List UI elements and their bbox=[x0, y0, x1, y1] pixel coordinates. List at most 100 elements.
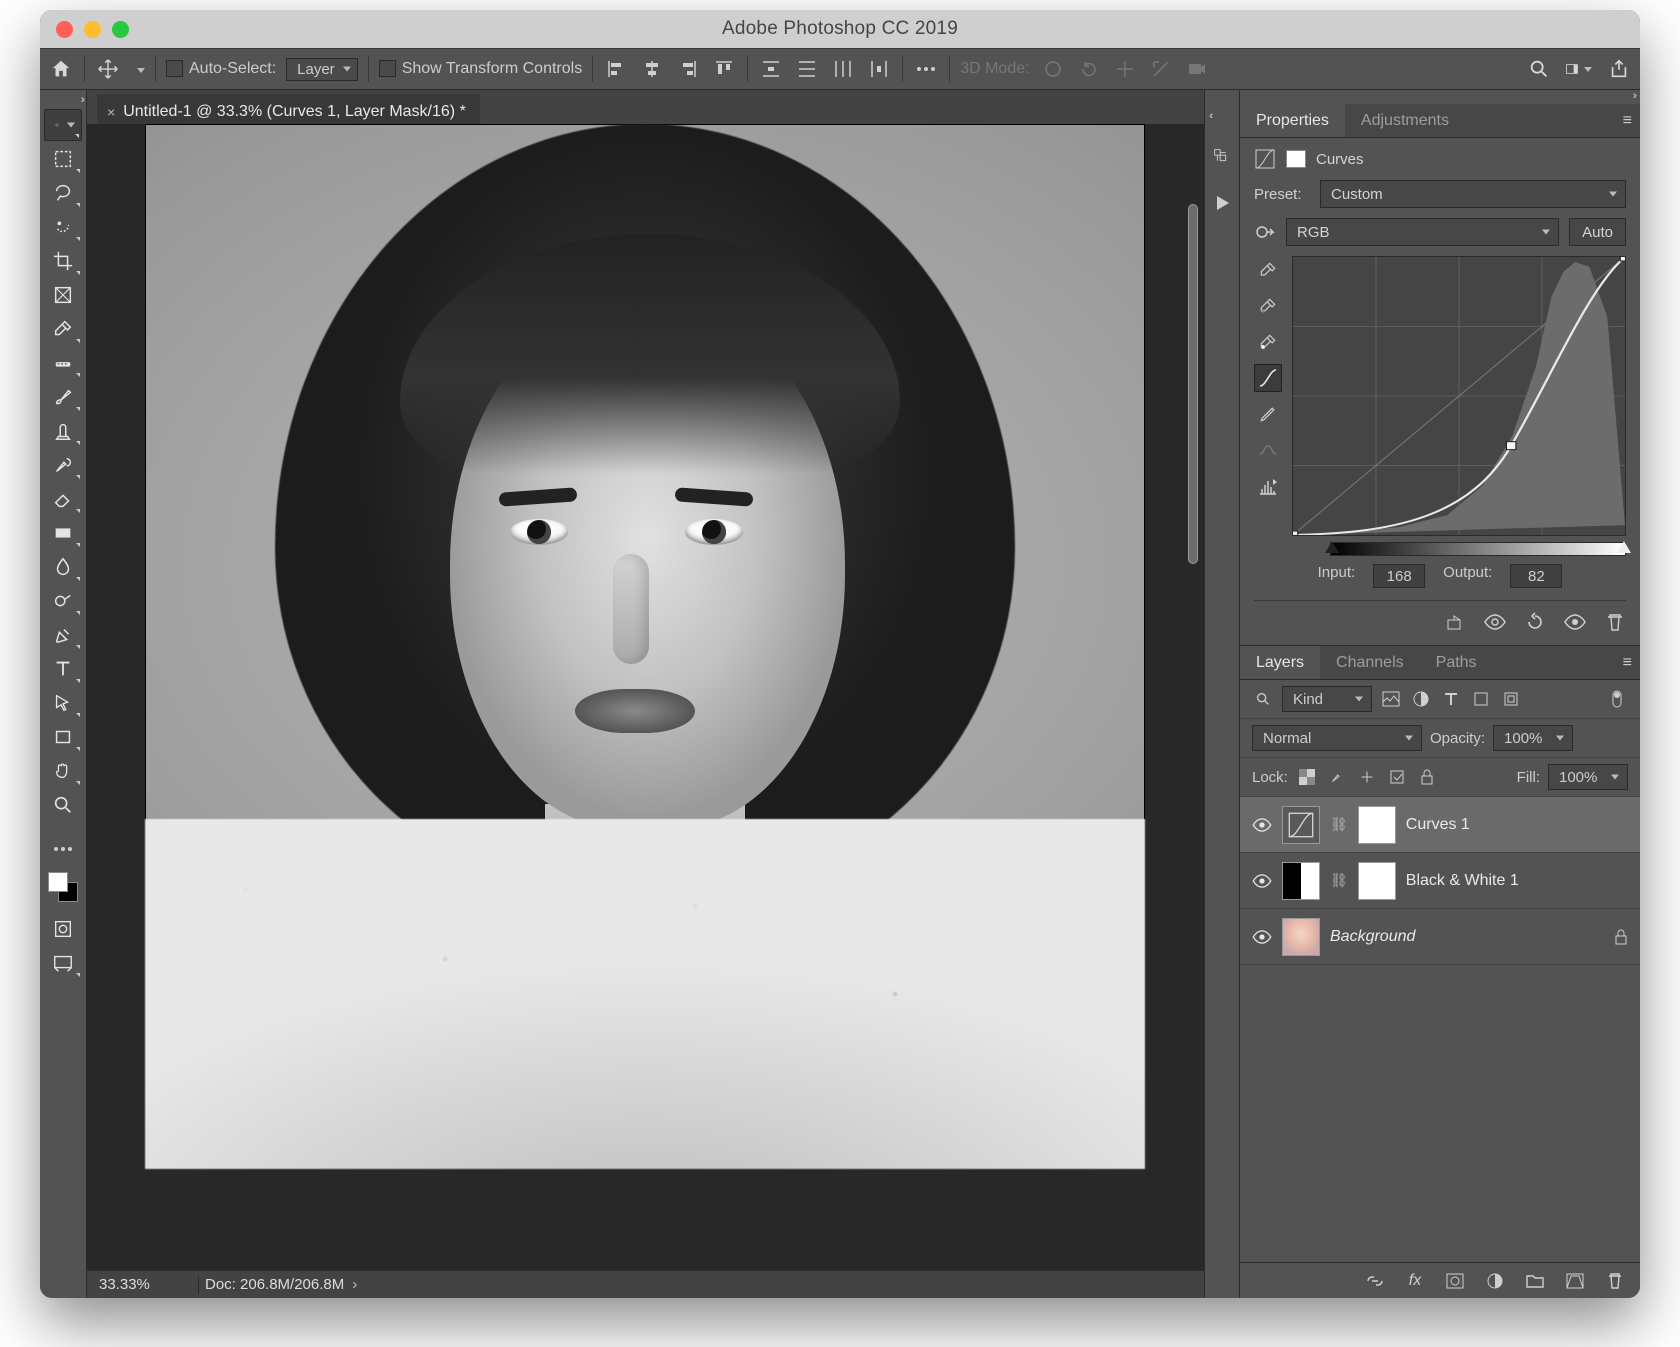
canvas[interactable] bbox=[145, 124, 1145, 1169]
add-mask-icon[interactable] bbox=[1444, 1270, 1466, 1292]
brush-tool[interactable] bbox=[44, 381, 82, 413]
hand-tool[interactable] bbox=[44, 755, 82, 787]
output-value-field[interactable]: 82 bbox=[1510, 564, 1562, 588]
collapse-tools-icon[interactable]: ›› bbox=[81, 94, 82, 108]
zoom-tool[interactable] bbox=[44, 789, 82, 821]
auto-select-checkbox[interactable]: Auto-Select: bbox=[166, 60, 276, 78]
histogram-options-icon[interactable] bbox=[1254, 472, 1282, 500]
layer-row-curves[interactable]: ⛓ Curves 1 bbox=[1240, 797, 1640, 853]
curve-point-tool-icon[interactable] bbox=[1254, 364, 1282, 392]
distribute-top-icon[interactable] bbox=[758, 56, 784, 82]
doc-info-menu-icon[interactable]: › bbox=[344, 1276, 365, 1293]
marquee-tool[interactable] bbox=[44, 143, 82, 175]
filter-adjustment-icon[interactable] bbox=[1410, 688, 1432, 710]
layer-thumb[interactable] bbox=[1282, 918, 1320, 956]
curves-input-gradient[interactable] bbox=[1330, 542, 1626, 556]
view-previous-state-icon[interactable] bbox=[1484, 611, 1506, 633]
align-top-edges-icon[interactable] bbox=[711, 56, 737, 82]
layers-tab[interactable]: Layers bbox=[1240, 646, 1320, 679]
document-tab[interactable]: × Untitled-1 @ 33.3% (Curves 1, Layer Ma… bbox=[97, 94, 480, 124]
clone-stamp-tool[interactable] bbox=[44, 415, 82, 447]
show-transform-checkbox[interactable]: Show Transform Controls bbox=[379, 60, 583, 78]
align-left-edges-icon[interactable] bbox=[603, 56, 629, 82]
filter-toggle-icon[interactable] bbox=[1606, 688, 1628, 710]
move-tool[interactable] bbox=[44, 109, 82, 141]
link-layers-icon[interactable] bbox=[1364, 1270, 1386, 1292]
delete-adjustment-icon[interactable] bbox=[1604, 611, 1626, 633]
gradient-tool[interactable] bbox=[44, 517, 82, 549]
input-value-field[interactable]: 168 bbox=[1373, 564, 1425, 588]
filter-kind-dropdown[interactable]: Kind bbox=[1282, 686, 1372, 712]
history-panel-icon[interactable] bbox=[1209, 144, 1235, 170]
quick-mask-icon[interactable] bbox=[44, 913, 82, 945]
eraser-tool[interactable] bbox=[44, 483, 82, 515]
new-group-icon[interactable] bbox=[1524, 1270, 1546, 1292]
visibility-toggle[interactable] bbox=[1252, 930, 1272, 944]
distribute-horizontal-icon[interactable] bbox=[830, 56, 856, 82]
move-tool-preset-icon[interactable] bbox=[95, 56, 121, 82]
tool-preset-dropdown[interactable] bbox=[131, 60, 145, 78]
healing-brush-tool[interactable] bbox=[44, 347, 82, 379]
visibility-toggle[interactable] bbox=[1252, 818, 1272, 832]
eyedropper-tool[interactable] bbox=[44, 313, 82, 345]
adjustment-thumb[interactable] bbox=[1282, 806, 1320, 844]
locked-icon[interactable] bbox=[1614, 929, 1628, 945]
curves-graph[interactable] bbox=[1292, 256, 1626, 536]
visibility-toggle[interactable] bbox=[1252, 874, 1272, 888]
clip-to-layer-icon[interactable] bbox=[1444, 611, 1466, 633]
frame-tool[interactable] bbox=[44, 279, 82, 311]
close-tab-icon[interactable]: × bbox=[107, 104, 115, 120]
collapse-panels-icon[interactable]: ›› bbox=[1633, 90, 1634, 104]
lock-transparency-icon[interactable] bbox=[1296, 766, 1318, 788]
mask-link-icon[interactable]: ⛓ bbox=[1330, 872, 1348, 889]
auto-button[interactable]: Auto bbox=[1569, 218, 1626, 246]
mask-thumb[interactable] bbox=[1358, 806, 1396, 844]
blur-tool[interactable] bbox=[44, 551, 82, 583]
fill-field[interactable]: 100% bbox=[1548, 764, 1628, 790]
channels-tab[interactable]: Channels bbox=[1320, 646, 1420, 679]
layer-style-icon[interactable]: fx bbox=[1404, 1270, 1426, 1292]
share-icon[interactable] bbox=[1606, 56, 1632, 82]
blend-mode-dropdown[interactable]: Normal bbox=[1252, 725, 1422, 751]
properties-tab[interactable]: Properties bbox=[1240, 104, 1345, 137]
path-selection-tool[interactable] bbox=[44, 687, 82, 719]
targeted-adjustment-icon[interactable] bbox=[1254, 221, 1276, 243]
type-tool[interactable] bbox=[44, 653, 82, 685]
lock-position-icon[interactable] bbox=[1356, 766, 1378, 788]
history-brush-tool[interactable] bbox=[44, 449, 82, 481]
channel-dropdown[interactable]: RGB bbox=[1286, 218, 1559, 246]
mask-link-icon[interactable]: ⛓ bbox=[1330, 816, 1348, 833]
layer-name[interactable]: Background bbox=[1330, 928, 1415, 946]
canvas-viewport[interactable] bbox=[87, 124, 1204, 1270]
smooth-curve-icon[interactable] bbox=[1254, 436, 1282, 464]
sample-white-icon[interactable] bbox=[1254, 328, 1282, 356]
align-right-edges-icon[interactable] bbox=[675, 56, 701, 82]
filter-smartobject-icon[interactable] bbox=[1500, 688, 1522, 710]
lock-pixels-icon[interactable] bbox=[1326, 766, 1348, 788]
opacity-field[interactable]: 100% bbox=[1493, 725, 1573, 751]
more-options-icon[interactable] bbox=[913, 56, 939, 82]
rectangle-tool[interactable] bbox=[44, 721, 82, 753]
layer-name[interactable]: Black & White 1 bbox=[1406, 872, 1519, 890]
home-button[interactable] bbox=[48, 56, 74, 82]
panel-menu-icon[interactable]: ≡ bbox=[1623, 112, 1632, 130]
auto-select-mode-dropdown[interactable]: Layer bbox=[286, 58, 358, 81]
document-info[interactable]: Doc: 206.8M/206.8M bbox=[205, 1276, 344, 1293]
pen-tool[interactable] bbox=[44, 619, 82, 651]
align-horizontal-centers-icon[interactable] bbox=[639, 56, 665, 82]
distribute-vertical-icon[interactable] bbox=[794, 56, 820, 82]
screen-mode-icon[interactable] bbox=[44, 947, 82, 979]
sample-gray-icon[interactable] bbox=[1254, 292, 1282, 320]
vertical-scrollbar[interactable] bbox=[1184, 124, 1202, 1242]
reset-adjustment-icon[interactable] bbox=[1524, 611, 1546, 633]
filter-search-icon[interactable] bbox=[1252, 688, 1274, 710]
lasso-tool[interactable] bbox=[44, 177, 82, 209]
panel-menu-icon[interactable]: ≡ bbox=[1623, 654, 1632, 672]
layer-mask-thumb-icon[interactable] bbox=[1286, 150, 1306, 168]
actions-panel-icon[interactable] bbox=[1209, 190, 1235, 216]
new-adjustment-layer-icon[interactable] bbox=[1484, 1270, 1506, 1292]
preset-dropdown[interactable]: Custom bbox=[1320, 180, 1626, 208]
filter-type-icon[interactable] bbox=[1440, 688, 1462, 710]
delete-layer-icon[interactable] bbox=[1604, 1270, 1626, 1292]
expand-panels-icon[interactable]: ‹‹ bbox=[1209, 110, 1210, 124]
